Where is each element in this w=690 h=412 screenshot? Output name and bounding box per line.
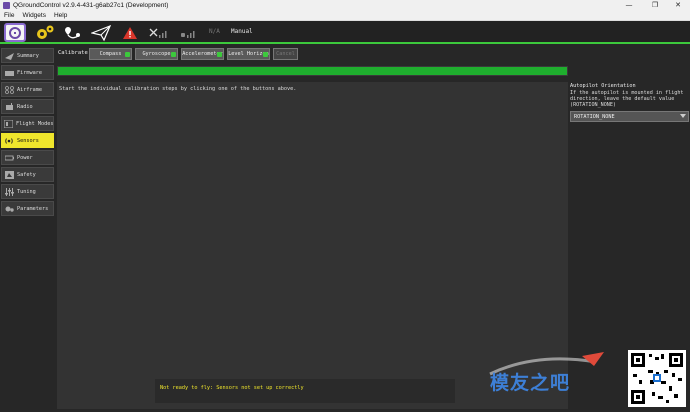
gyroscope-button-label: Gyroscope — [142, 51, 171, 57]
rc-signal-icon — [149, 28, 167, 38]
main-toolbar: N/A Manual — [0, 21, 690, 44]
sidebar-item-firmware[interactable]: Firmware — [1, 65, 54, 80]
menu-bar: File Widgets Help — [0, 11, 690, 21]
flight-modes-icon — [4, 119, 13, 128]
gears-icon — [37, 25, 54, 39]
app-logo-icon — [3, 2, 10, 9]
firmware-icon — [4, 68, 14, 77]
cancel-button-label: Cancel — [276, 51, 295, 57]
sidebar-item-label: Parameters — [17, 205, 49, 212]
sidebar-item-summary[interactable]: Summary — [1, 48, 54, 63]
sidebar-item-radio[interactable]: Radio — [1, 99, 54, 114]
paper-plane-icon — [91, 24, 111, 41]
sidebar-item-parameters[interactable]: Parameters — [1, 201, 54, 216]
waypoint-route-icon — [65, 26, 80, 38]
qgc-home-button[interactable] — [4, 23, 26, 42]
accelerometer-calibrate-button[interactable]: Accelerometer — [181, 48, 224, 60]
sidebar-item-tuning[interactable]: Tuning — [1, 184, 54, 199]
orientation-dropdown[interactable]: ROTATION_NONE — [570, 111, 689, 122]
sidebar-item-label: Summary — [17, 52, 39, 59]
sidebar-item-label: Flight Modes — [16, 120, 54, 127]
sidebar-item-label: Safety — [17, 171, 36, 178]
parameters-icon — [4, 204, 14, 213]
minimize-button[interactable]: — — [617, 0, 641, 11]
close-button[interactable]: ✕ — [666, 0, 690, 11]
safety-icon — [4, 170, 14, 179]
sensors-icon — [4, 136, 14, 145]
gps-count-indicator[interactable]: N/A — [209, 28, 220, 35]
warning-indicator[interactable] — [121, 23, 139, 42]
fly-view-button[interactable] — [90, 23, 112, 42]
level-horizon-status-indicator — [263, 52, 268, 57]
sidebar-item-label: Tuning — [17, 188, 36, 195]
compass-button-label: Compass — [99, 51, 122, 57]
orientation-title: Autopilot Orientation — [570, 83, 636, 89]
watermark-text: 模友之吧 — [490, 372, 571, 394]
window-title-bar: QGroundControl v2.9.4-431-g6ab27c1 (Deve… — [0, 0, 690, 11]
sidebar-item-label: Radio — [17, 103, 33, 110]
status-message: Not ready to fly: Sensors not set up cor… — [160, 385, 304, 391]
sidebar-item-flight-modes[interactable]: Flight Modes — [1, 116, 54, 131]
sidebar-item-label: Sensors — [17, 137, 39, 144]
level-horizon-calibrate-button[interactable]: Level Horizon — [227, 48, 270, 60]
sidebar-item-airframe[interactable]: Airframe — [1, 82, 54, 97]
setup-gears-button[interactable] — [34, 23, 56, 42]
menu-widgets[interactable]: Widgets — [18, 12, 49, 19]
cancel-calibration-button[interactable]: Cancel — [273, 48, 298, 60]
gyroscope-status-indicator — [171, 52, 176, 57]
status-message-box: Not ready to fly: Sensors not set up cor… — [155, 379, 455, 403]
telemetry-rssi-indicator[interactable] — [180, 23, 198, 42]
orientation-selected-value: ROTATION_NONE — [574, 113, 615, 120]
orientation-description: If the autopilot is mounted in flight di… — [570, 90, 684, 108]
summary-icon — [4, 51, 14, 60]
window-title: QGroundControl v2.9.4-431-g6ab27c1 (Deve… — [13, 2, 169, 9]
sidebar-item-power[interactable]: Power — [1, 150, 54, 165]
rc-rssi-indicator[interactable] — [148, 23, 170, 42]
setup-sidebar: Summary Firmware Airframe Radio Flight M… — [0, 46, 55, 412]
calibration-progress-fill — [58, 67, 567, 75]
sidebar-item-sensors[interactable]: Sensors — [1, 133, 54, 148]
maximize-button[interactable]: ❐ — [643, 0, 667, 11]
sidebar-item-label: Power — [17, 154, 33, 161]
sidebar-item-label: Airframe — [17, 86, 42, 93]
watermark: 模友之吧 — [486, 348, 608, 408]
compass-calibrate-button[interactable]: Compass — [89, 48, 132, 60]
telemetry-signal-icon — [181, 30, 195, 38]
calibration-instructions: Start the individual calibration steps b… — [59, 86, 297, 92]
gyroscope-calibrate-button[interactable]: Gyroscope — [135, 48, 178, 60]
calibrate-label: Calibrate: — [58, 50, 92, 56]
power-icon — [4, 153, 14, 162]
qr-code-icon — [628, 350, 686, 407]
menu-help[interactable]: Help — [50, 12, 71, 19]
sidebar-item-label: Firmware — [17, 69, 42, 76]
airframe-icon — [4, 85, 14, 94]
radio-icon — [4, 102, 14, 111]
qgc-logo-icon — [9, 26, 21, 39]
flight-mode-selector[interactable]: Manual — [231, 28, 253, 35]
chevron-down-icon — [680, 114, 686, 118]
plan-view-button[interactable] — [63, 23, 83, 42]
tuning-icon — [4, 187, 14, 196]
compass-status-indicator — [125, 52, 130, 57]
accelerometer-status-indicator — [217, 52, 222, 57]
menu-file[interactable]: File — [0, 12, 18, 19]
warning-triangle-icon — [123, 26, 137, 39]
sidebar-item-safety[interactable]: Safety — [1, 167, 54, 182]
calibration-progress-bar — [57, 66, 568, 76]
